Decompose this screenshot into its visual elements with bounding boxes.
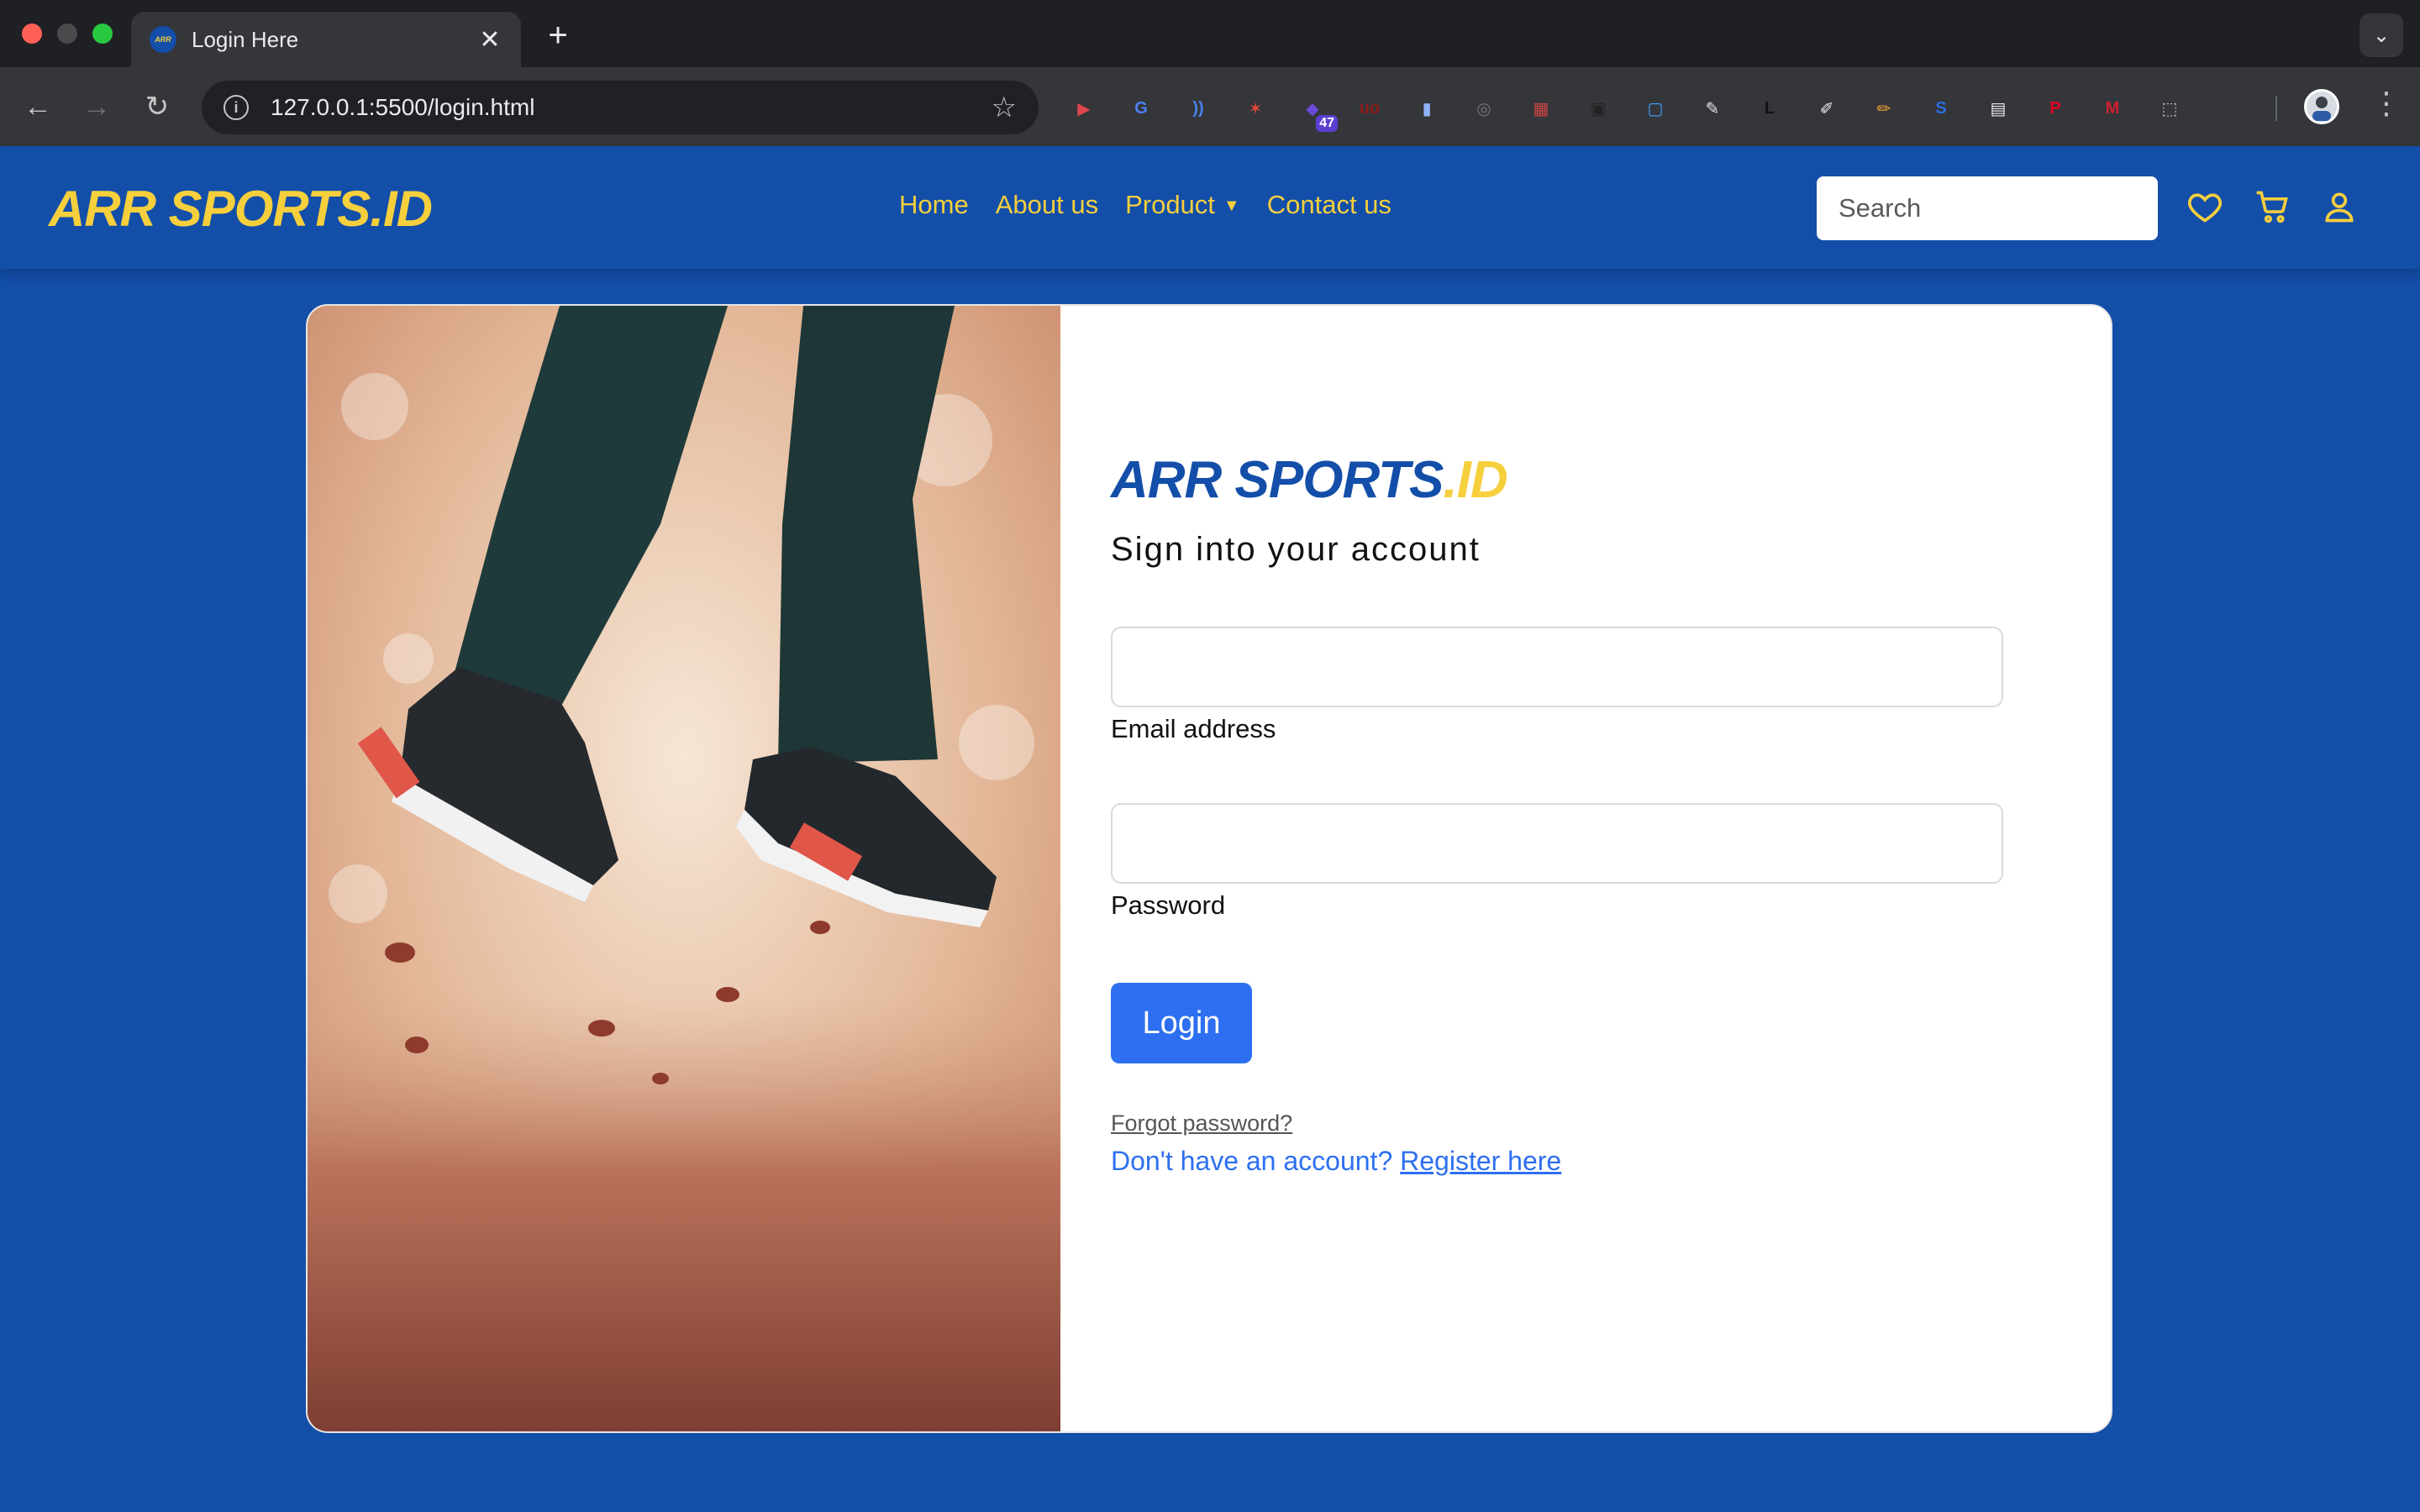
reload-icon[interactable]: ↻ — [138, 87, 176, 126]
ext-pencil-icon[interactable]: ✏ — [1865, 90, 1902, 127]
cart-icon[interactable] — [2254, 188, 2291, 225]
window-maximize-button[interactable] — [92, 24, 113, 44]
ext-ublock-icon[interactable]: uo — [1351, 90, 1388, 127]
email-field[interactable] — [1111, 627, 2003, 707]
new-tab-button[interactable]: + — [541, 17, 575, 55]
forward-arrow-icon[interactable]: → — [77, 87, 116, 126]
ext-badge-counter-icon[interactable]: ◆ 47 — [1294, 90, 1338, 132]
register-prompt: Don't have an account? Register here — [1111, 1146, 1561, 1177]
ext-eyedropper-icon[interactable]: ✎ — [1694, 90, 1731, 127]
profile-avatar[interactable] — [2304, 89, 2339, 124]
ext-brush-icon[interactable]: ✐ — [1808, 90, 1845, 127]
password-label: Password — [1111, 890, 1226, 920]
ext-waves-glyph: )) — [1192, 98, 1204, 118]
ext-red-figure-icon[interactable]: ✶ — [1237, 90, 1274, 127]
form-logo-suffix: .ID — [1443, 451, 1507, 509]
search-input[interactable] — [1817, 176, 2158, 240]
register-prompt-text: Don't have an account? — [1111, 1146, 1393, 1176]
user-account-icon[interactable] — [2321, 188, 2358, 225]
back-arrow-icon[interactable]: ← — [18, 87, 57, 126]
nav-product-dropdown[interactable]: Product ▼ — [1125, 190, 1240, 220]
ext-letter-l-icon[interactable]: L — [1751, 90, 1788, 127]
forgot-password-link[interactable]: Forgot password? — [1111, 1110, 1292, 1137]
window-minimize-button[interactable] — [57, 24, 77, 44]
ext-docs-icon[interactable]: ▮ — [1408, 90, 1445, 127]
ext-red-figure-glyph: ✶ — [1248, 99, 1263, 118]
form-logo: ARR SPORTS.ID — [1111, 450, 1508, 510]
ext-pencil-glyph: ✏ — [1876, 99, 1891, 118]
ext-ublock-glyph: uo — [1359, 98, 1381, 118]
ext-letter-s-glyph: S — [1935, 98, 1947, 118]
ext-stack-glyph: ▤ — [1990, 99, 2007, 118]
ext-grey-circle-glyph: ◎ — [1476, 99, 1491, 118]
site-logo[interactable]: ARR SPORTS.ID — [49, 180, 433, 238]
ext-calendar-glyph: ▦ — [1533, 99, 1549, 118]
login-button[interactable]: Login — [1111, 983, 1252, 1063]
sneakers-hero-image — [308, 306, 1060, 1431]
ext-letter-s-icon[interactable]: S — [1923, 90, 1960, 127]
browser-toolbar: ← → ↻ i 127.0.0.1:5500/login.html ☆ ▶ G))… — [0, 67, 2420, 146]
ext-stack-icon[interactable]: ▤ — [1980, 90, 2017, 127]
email-label: Email address — [1111, 714, 1276, 743]
login-form: ARR SPORTS.ID Sign into your account Ema… — [1111, 306, 2035, 1431]
tab-favicon-icon: ARR — [150, 26, 176, 53]
ext-docs-glyph: ▮ — [1422, 99, 1432, 118]
nav-about-us[interactable]: About us — [996, 190, 1098, 220]
active-tab[interactable]: ARR Login Here ✕ — [131, 12, 521, 67]
extension-badge-count: 47 — [1316, 115, 1338, 132]
bookmark-star-icon[interactable]: ☆ — [992, 91, 1017, 124]
tab-search-chevron-icon[interactable]: ⌄ — [2360, 13, 2403, 57]
window-close-button[interactable] — [22, 24, 42, 44]
ext-red-play-icon[interactable]: ▶ — [1065, 90, 1102, 127]
register-link[interactable]: Register here — [1400, 1146, 1561, 1176]
site-info-icon[interactable]: i — [224, 95, 249, 120]
ext-scanner-icon[interactable]: ▣ — [1580, 90, 1617, 127]
ext-eyedropper-glyph: ✎ — [1705, 99, 1720, 118]
nav-contact-us[interactable]: Contact us — [1267, 190, 1392, 220]
ext-scanner-glyph: ▣ — [1590, 99, 1607, 118]
ext-grey-circle-icon[interactable]: ◎ — [1465, 90, 1502, 127]
address-url[interactable]: 127.0.0.1:5500/login.html — [271, 94, 992, 121]
ext-pinterest-glyph: P — [2049, 98, 2061, 118]
ext-letter-l-glyph: L — [1764, 98, 1776, 118]
toolbar-divider — [2275, 96, 2277, 121]
ext-colorful-icon[interactable]: ▢ — [1637, 90, 1674, 127]
ext-mm-glyph: M — [2105, 98, 2120, 118]
ext-brush-glyph: ✐ — [1819, 99, 1834, 118]
ext-red-play-glyph: ▶ — [1077, 99, 1091, 118]
browser-tab-bar: ARR Login Here ✕ + ⌄ — [0, 0, 2420, 67]
form-logo-main: ARR SPORTS — [1111, 451, 1444, 509]
ext-translate-icon[interactable]: G — [1123, 90, 1160, 127]
extensions-row: ▶ G)) ✶ ◆ 47 uo ▮ ◎ ▦ ▣ ▢ ✎ L ✐ ✏ S ▤ P M ⬚ — [1065, 87, 2188, 132]
form-subtitle: Sign into your account — [1111, 531, 1481, 568]
ext-colorful-glyph: ▢ — [1647, 99, 1664, 118]
chevron-down-icon: ▼ — [1223, 197, 1240, 216]
ext-pinterest-icon[interactable]: P — [2037, 90, 2074, 127]
site-navbar: ARR SPORTS.ID Home About us Product ▼ Con… — [0, 146, 2420, 269]
login-card: ARR SPORTS.ID Sign into your account Ema… — [306, 304, 2112, 1433]
password-field[interactable] — [1111, 803, 2003, 884]
ext-calendar-icon[interactable]: ▦ — [1523, 90, 1560, 127]
nav-product[interactable]: Product — [1125, 190, 1215, 219]
nav-home[interactable]: Home — [899, 190, 969, 220]
ext-waves-icon[interactable]: )) — [1180, 90, 1217, 127]
ext-puzzle-glyph: ⬚ — [2161, 99, 2178, 118]
wishlist-heart-icon[interactable] — [2186, 188, 2223, 225]
ext-translate-glyph: G — [1134, 98, 1148, 118]
main-nav: Home About us Product ▼ Contact us — [899, 190, 1392, 220]
window-controls — [22, 24, 113, 44]
tab-close-icon[interactable]: ✕ — [477, 25, 502, 55]
browser-menu-icon[interactable]: ⋮ — [2371, 86, 2402, 121]
tab-title: Login Here — [192, 26, 299, 52]
ext-mm-icon[interactable]: M — [2094, 90, 2131, 127]
address-bar[interactable]: i 127.0.0.1:5500/login.html ☆ — [202, 81, 1039, 134]
ext-puzzle-icon[interactable]: ⬚ — [2151, 90, 2188, 127]
